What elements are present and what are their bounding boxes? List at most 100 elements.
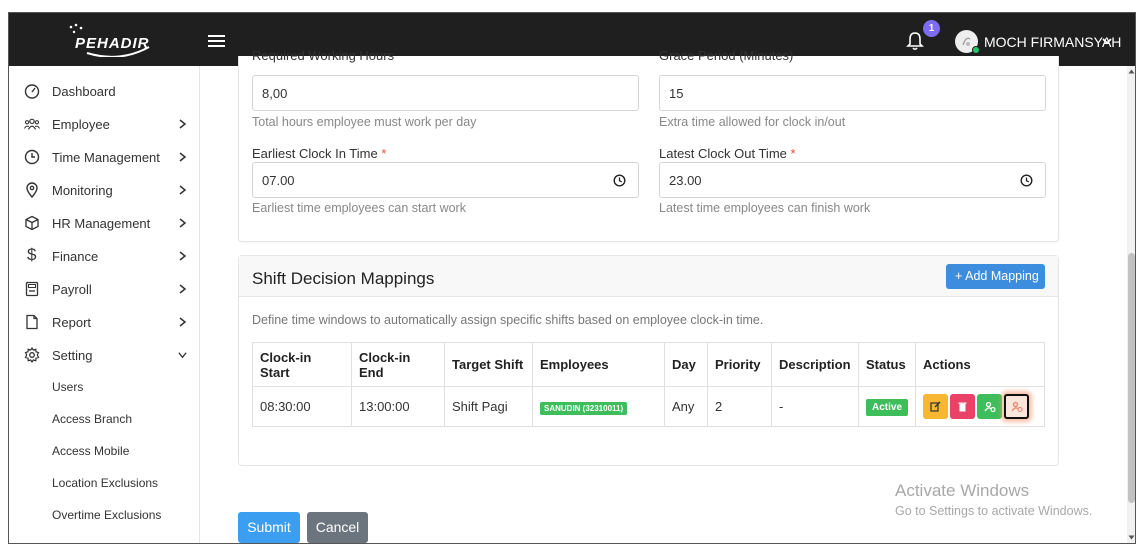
chevron-right-icon [179, 251, 187, 261]
sidebar-item-dashboard[interactable]: Dashboard [9, 75, 200, 108]
users-icon [24, 118, 40, 130]
logo-text: PEHADIR [75, 35, 150, 52]
table-header-row: Clock-in Start Clock-in End Target Shift… [252, 342, 1045, 387]
sidebar-item-label: HR Management [52, 216, 151, 231]
required-hours-input[interactable]: 8,00 [252, 75, 639, 111]
card-title: Shift Decision Mappings [252, 269, 435, 288]
scroll-down-icon[interactable] [1128, 534, 1135, 541]
menu-toggle-icon[interactable] [208, 35, 225, 47]
earliest-clock-in-help: Earliest time employees can start work [252, 201, 466, 215]
sidebar-item-setting[interactable]: Setting [9, 339, 200, 372]
cell-employees: SANUDIN (32310011) [532, 386, 665, 427]
dashboard-icon [24, 84, 40, 99]
cell-status: Active [857, 386, 917, 427]
assign-employees-button[interactable] [977, 394, 1003, 419]
sidebar-subitem-location-exclusions[interactable]: Location Exclusions [52, 476, 158, 490]
column-header: Clock-in End [351, 342, 445, 387]
watermark-subtitle: Go to Settings to activate Windows. [895, 504, 1093, 518]
dollar-icon: $ [27, 245, 37, 264]
add-mapping-label: Add Mapping [965, 269, 1039, 283]
avatar[interactable] [955, 30, 980, 54]
sidebar-item-label: Monitoring [52, 183, 113, 198]
sidebar-item-label: Time Management [52, 150, 160, 165]
chevron-right-icon [179, 317, 187, 327]
sidebar: Dashboard Employee Time Management Monit… [9, 66, 200, 543]
add-mapping-button[interactable]: + Add Mapping [946, 264, 1045, 289]
latest-clock-out-help: Latest time employees can finish work [659, 201, 871, 215]
plus-icon: + [955, 269, 963, 283]
employee-badge: SANUDIN (32310011) [540, 401, 628, 415]
delete-button[interactable] [950, 394, 976, 419]
latest-clock-out-input[interactable]: 23.00 [659, 162, 1046, 198]
cell-target-shift: Shift Pagi [444, 386, 533, 427]
app-logo[interactable]: PEHADIR [65, 23, 155, 58]
sidebar-item-payroll[interactable]: Payroll [9, 273, 200, 306]
remove-employees-button[interactable] [1004, 394, 1030, 419]
clock-icon[interactable] [1020, 174, 1033, 187]
clock-icon[interactable] [613, 174, 626, 187]
sidebar-item-monitoring[interactable]: Monitoring [9, 174, 200, 207]
grace-period-help: Extra time allowed for clock in/out [659, 115, 846, 129]
sidebar-item-finance[interactable]: $ Finance [9, 240, 200, 273]
cell-description: - [771, 386, 859, 427]
clock-icon [24, 149, 40, 165]
column-header: Clock-in Start [252, 342, 352, 387]
cell-day: Any [664, 386, 708, 427]
table-row: 08:30:00 13:00:00 Shift Pagi SANUDIN (32… [252, 386, 1045, 427]
chevron-right-icon [179, 185, 187, 195]
sidebar-item-employee[interactable]: Employee [9, 108, 200, 141]
chevron-right-icon [179, 284, 187, 294]
chevron-right-icon [179, 119, 187, 129]
column-header: Target Shift [444, 342, 533, 387]
latest-clock-out-label: Latest Clock Out Time * [659, 146, 796, 161]
earliest-clock-in-value: 07.00 [262, 173, 295, 188]
document-icon [26, 314, 38, 330]
edit-icon [930, 401, 941, 412]
sidebar-item-time-management[interactable]: Time Management [9, 141, 200, 174]
chevron-down-icon[interactable] [1102, 36, 1112, 46]
bell-icon[interactable] [906, 31, 924, 51]
main-content: Required Working Hours Grace Period (Min… [200, 48, 1135, 543]
sidebar-item-label: Payroll [52, 282, 92, 297]
column-header: Status [857, 342, 917, 387]
earliest-clock-in-input[interactable]: 07.00 [252, 162, 639, 198]
sidebar-item-label: Setting [52, 348, 93, 363]
submit-button[interactable]: Submit [238, 512, 300, 543]
vertical-scrollbar[interactable] [1127, 66, 1135, 543]
chevron-down-icon [178, 352, 187, 359]
sidebar-item-hr-management[interactable]: HR Management [9, 207, 200, 240]
card-header: Shift Decision Mappings + Add Mapping [239, 256, 1058, 297]
sidebar-item-label: Dashboard [52, 84, 116, 99]
cell-clock-in-start: 08:30:00 [252, 386, 352, 427]
scrollbar-thumb[interactable] [1128, 253, 1135, 503]
cell-priority: 2 [707, 386, 772, 427]
chevron-right-icon [179, 218, 187, 228]
user-name[interactable]: MOCH FIRMANSYAH [984, 34, 1121, 50]
gear-icon [24, 347, 40, 363]
grace-period-input[interactable]: 15 [659, 75, 1046, 111]
scroll-up-icon[interactable] [1128, 68, 1135, 75]
grace-period-label: Grace Period (Minutes) [659, 48, 794, 63]
cancel-button[interactable]: Cancel [307, 512, 368, 543]
map-pin-icon [26, 182, 38, 198]
online-status-dot [972, 46, 980, 54]
earliest-clock-in-label: Earliest Clock In Time * [252, 146, 387, 161]
cell-clock-in-end: 13:00:00 [351, 386, 445, 427]
sidebar-subitem-overtime-exclusions[interactable]: Overtime Exclusions [52, 508, 161, 522]
sidebar-subitem-access-mobile[interactable]: Access Mobile [52, 444, 129, 458]
notification-badge: 1 [923, 20, 940, 37]
sidebar-subitem-users[interactable]: Users [52, 380, 83, 394]
sidebar-item-report[interactable]: Report [9, 306, 200, 339]
sidebar-item-label: Employee [52, 117, 110, 132]
app-window: PEHADIR 1 MOCH FIRMANSYAH Dashboard Empl… [8, 12, 1136, 544]
watermark-title: Activate Windows [895, 481, 1030, 500]
edit-button[interactable] [923, 394, 949, 419]
column-header: Day [664, 342, 708, 387]
sidebar-subitem-access-branch[interactable]: Access Branch [52, 412, 132, 426]
grace-period-value: 15 [669, 86, 684, 101]
shift-mappings-card: Shift Decision Mappings + Add Mapping De… [238, 255, 1059, 466]
column-header: Employees [532, 342, 665, 387]
user-assign-icon [984, 401, 996, 413]
working-hours-card: Required Working Hours Grace Period (Min… [238, 48, 1059, 242]
trash-icon [958, 402, 967, 412]
